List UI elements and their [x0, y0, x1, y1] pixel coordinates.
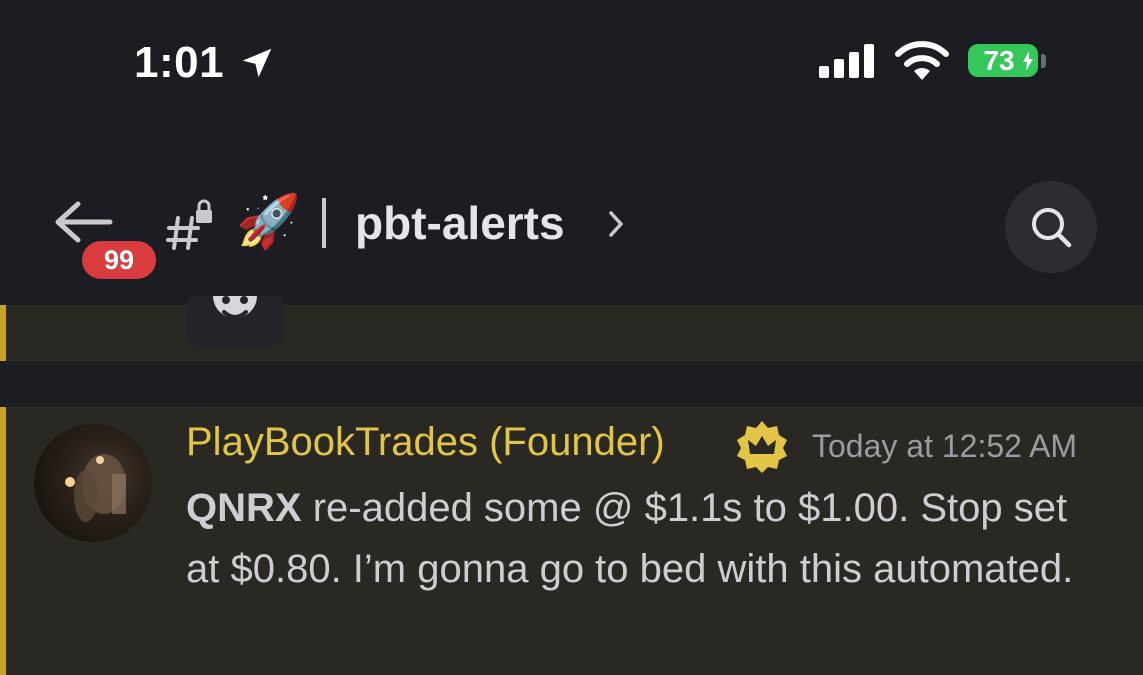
smiley-icon: [213, 296, 257, 319]
battery-indicator: 73: [968, 44, 1038, 77]
charging-bolt-icon: [1023, 51, 1033, 71]
locked-channel-icon: [166, 199, 212, 250]
location-arrow-icon: [242, 48, 272, 78]
battery-level: 73: [983, 45, 1015, 76]
avatar-photo: [65, 454, 126, 522]
unread-badge: 99: [79, 238, 159, 282]
mention-highlight-bar: [0, 407, 6, 675]
mention-highlight-bar: [0, 305, 6, 361]
crown-icon: [737, 421, 787, 473]
clock: 1:01: [134, 38, 225, 87]
previous-message: [0, 305, 1143, 361]
chevron-right-icon[interactable]: [606, 208, 626, 240]
battery-nub: [1041, 54, 1046, 68]
message-text: re-added some @ $1.1s to $1.00. Stop set…: [186, 486, 1074, 591]
author-name[interactable]: PlayBookTrades (Founder): [186, 420, 665, 465]
message-content: QNRX re-added some @ $1.1s to $1.00. Sto…: [186, 478, 1086, 600]
search-icon: [1032, 208, 1072, 248]
channel-name[interactable]: pbt-alerts: [355, 196, 565, 250]
avatar[interactable]: [34, 424, 152, 542]
ticker: QNRX: [186, 486, 302, 530]
message-divider: [0, 361, 1143, 407]
rocket-emoji: 🚀: [236, 193, 301, 251]
message-timestamp: Today at 12:52 AM: [812, 428, 1078, 464]
wifi-icon: [895, 41, 949, 80]
title-separator: [322, 198, 326, 248]
search-button[interactable]: [1005, 181, 1097, 273]
cellular-signal-icon: [819, 44, 874, 78]
add-reaction-button[interactable]: [186, 296, 284, 346]
